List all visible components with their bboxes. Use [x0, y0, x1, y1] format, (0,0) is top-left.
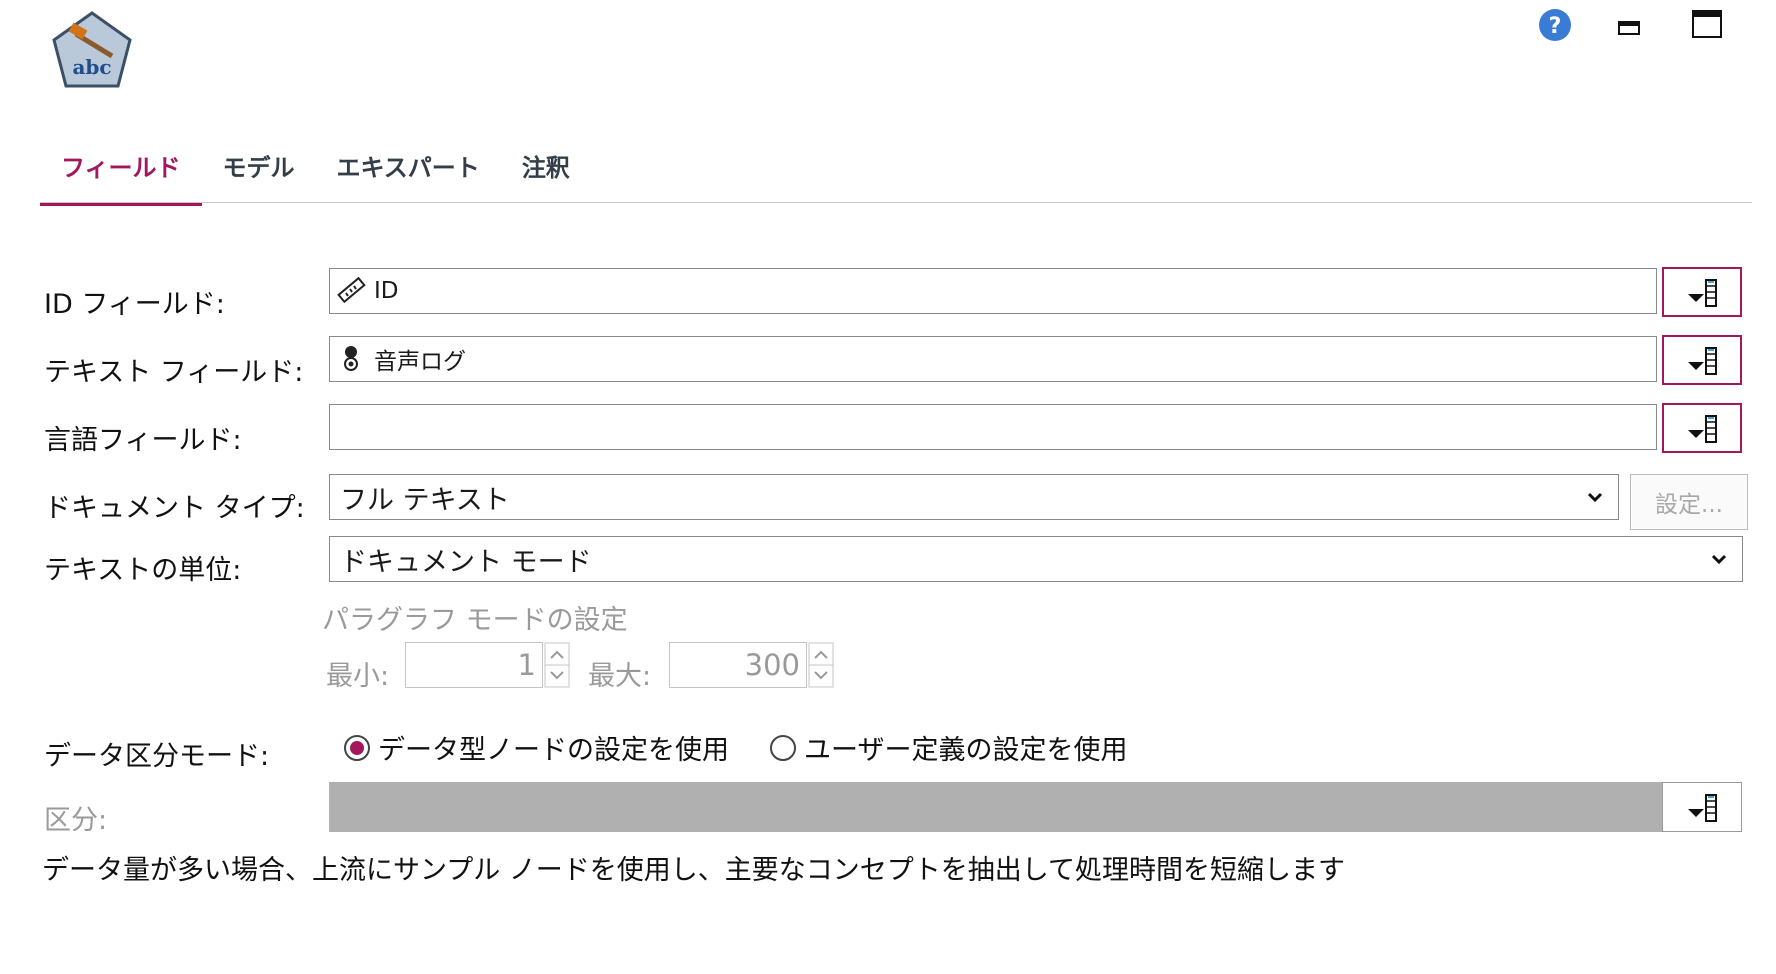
maximize-icon[interactable]: [1692, 10, 1722, 38]
paragraph-min-stepper[interactable]: [544, 642, 570, 688]
radio-label: ユーザー定義の設定を使用: [804, 735, 1128, 766]
svg-text:abc: abc: [72, 55, 111, 79]
paragraph-max-value: 300: [744, 648, 800, 682]
field-picker-icon: [1688, 794, 1717, 822]
tab-annotations[interactable]: 注釈: [501, 130, 591, 200]
partition-field-picker-button: [1662, 782, 1742, 832]
language-field-label: 言語フィールド:: [44, 425, 242, 456]
id-field-picker-button[interactable]: [1662, 267, 1742, 317]
text-field-picker-button[interactable]: [1662, 335, 1742, 385]
text-unit-label: テキストの単位:: [44, 555, 242, 586]
id-field-value: ID: [374, 278, 399, 304]
text-unit-select[interactable]: ドキュメント モード: [329, 536, 1743, 582]
tab-expert[interactable]: エキスパート: [316, 130, 501, 200]
tab-bar: フィールド モデル エキスパート 注釈: [40, 130, 591, 206]
paragraph-min-label: 最小:: [326, 661, 390, 692]
paragraph-max-label: 最大:: [588, 661, 652, 692]
chevron-down-icon: [1587, 492, 1603, 503]
ruler-icon: [337, 276, 366, 304]
field-picker-icon: [1688, 415, 1717, 443]
radio-circle: [770, 734, 796, 761]
language-field-input[interactable]: [329, 404, 1657, 450]
id-field-input[interactable]: ID: [329, 268, 1657, 314]
paragraph-max-input[interactable]: 300: [669, 642, 807, 688]
chevron-down-icon: [1711, 554, 1727, 565]
performance-note: データ量が多い場合、上流にサンプル ノードを使用し、主要なコンセプトを抽出して処…: [42, 855, 1345, 886]
document-type-value: フル テキスト: [340, 484, 510, 516]
paragraph-min-input[interactable]: 1: [405, 642, 543, 688]
field-picker-icon: [1688, 279, 1717, 307]
paragraph-max-stepper[interactable]: [808, 642, 834, 688]
paragraph-settings-title: パラグラフ モードの設定: [322, 605, 628, 636]
text-unit-value: ドキュメント モード: [340, 546, 592, 578]
document-type-select[interactable]: フル テキスト: [329, 474, 1619, 520]
text-field-value: 音声ログ: [374, 349, 466, 375]
field-picker-icon: [1688, 347, 1717, 375]
partition-mode-label: データ区分モード:: [44, 741, 270, 772]
tab-model[interactable]: モデル: [202, 130, 316, 200]
help-icon[interactable]: ?: [1538, 8, 1572, 42]
partition-label: 区分:: [44, 805, 108, 836]
svg-text:?: ?: [1549, 14, 1562, 39]
minimize-icon[interactable]: [1618, 20, 1640, 36]
nominal-field-icon: [344, 346, 358, 371]
tab-divider: [40, 202, 1752, 203]
id-field-label: ID フィールド:: [44, 289, 225, 320]
tab-fields[interactable]: フィールド: [40, 130, 202, 206]
radio-circle: [344, 734, 370, 761]
radio-label: データ型ノードの設定を使用: [378, 735, 729, 766]
paragraph-min-value: 1: [517, 648, 536, 682]
text-field-label: テキスト フィールド:: [44, 357, 304, 388]
radio-use-type-node-settings[interactable]: データ型ノードの設定を使用: [344, 728, 729, 767]
document-type-label: ドキュメント タイプ:: [44, 493, 305, 524]
text-field-input[interactable]: 音声ログ: [329, 336, 1657, 382]
radio-selected-dot: [350, 740, 364, 755]
radio-use-custom-settings[interactable]: ユーザー定義の設定を使用: [770, 728, 1127, 767]
app-icon: abc: [52, 11, 132, 88]
language-field-picker-button[interactable]: [1662, 403, 1742, 453]
partition-field-input: [329, 782, 1663, 832]
document-settings-button[interactable]: 設定...: [1630, 474, 1748, 530]
